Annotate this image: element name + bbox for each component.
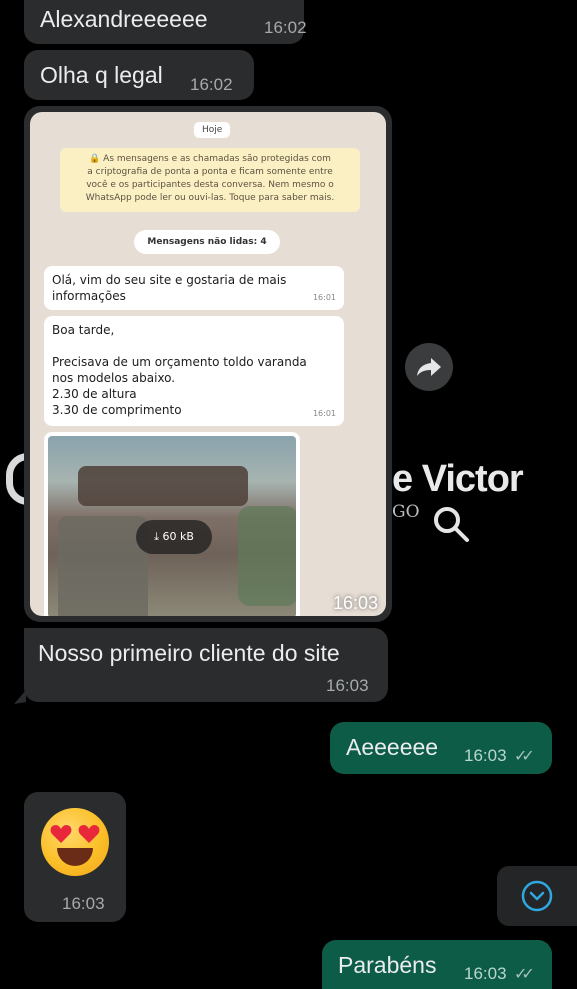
message-text: Aeeeeee [346,734,439,760]
message-time: 16:03 [326,676,369,695]
emoji-mouth [57,848,93,866]
message-text: Parabéns [338,952,437,978]
bubble-line: nos modelos abaixo. [52,371,176,385]
forward-arrow-icon [417,358,441,376]
message-bubble[interactable]: Nosso primeiro cliente do site 16:03 [24,628,388,702]
heart-eyes-emoji [41,808,109,876]
bubble-line: Olá, vim do seu site e gostaria de mais [52,273,287,287]
message-time: 16:02 [190,75,233,94]
forward-button[interactable] [405,343,453,391]
encryption-line: você e os participantes desta conversa. … [86,180,334,190]
unread-separator: Mensagens não lidas: 4 [134,230,280,254]
bubble-tail [14,690,26,704]
bubble-time: 16:01 [312,293,336,302]
search-icon [434,507,469,542]
emoji-message[interactable]: 16:03 [24,792,126,922]
download-icon: ⤓ [154,530,159,543]
encryption-line: WhatsApp pode ler ou ouvi-las. Toque par… [85,193,335,203]
bubble-time: 16:01 [312,409,336,418]
blurred-photo: ⤓ 60 kB [44,432,300,616]
day-separator: Hoje [194,122,231,138]
bubble-line: informações [52,289,126,303]
message-time: 16:02 [264,18,307,37]
bubble-line: Precisava de um orçamento toldo varanda [52,355,307,369]
whatsapp-screenshot: Hoje 🔒 As mensagens e as chamadas são pr… [30,112,386,616]
download-button: ⤓ 60 kB [136,520,212,554]
message-text: Nosso primeiro cliente do site [38,640,340,666]
bubble-line: Boa tarde, [52,323,115,337]
screenshot-bubble: Boa tarde, Precisava de um orçamento tol… [44,316,344,426]
bubble-line: 3.30 de comprimento [52,403,182,417]
bubble-line: 2.30 de altura [52,387,137,401]
message-bubble-outgoing[interactable]: Parabéns 16:03 ✓✓ [322,940,552,989]
message-bubble-outgoing[interactable]: Aeeeeee 16:03 ✓✓ [330,722,552,774]
image-message-time: 16:03 [332,593,378,613]
bubble-line [52,338,336,354]
message-time: 16:03 [464,964,507,983]
encryption-line: 🔒 As mensagens e as chamadas são protegi… [89,154,331,164]
encryption-line: a criptografia de ponta a ponta e ficam … [87,167,333,177]
image-message[interactable]: Hoje 🔒 As mensagens e as chamadas são pr… [24,106,392,622]
message-text: Alexandreeeeee [40,6,208,32]
message-bubble[interactable]: Alexandreeeeee 16:02 [24,0,307,44]
message-text: Olha q legal [40,62,163,88]
heart-eye-left [50,825,72,843]
double-check-icon: ✓✓ [514,748,535,765]
screenshot-bubble: Olá, vim do seu site e gostaria de mais … [44,266,344,310]
scroll-to-bottom-button[interactable] [497,866,577,926]
message-time: 16:03 [464,746,507,765]
watermark-name: e Victor [392,458,524,500]
message-time: 16:03 [62,894,105,913]
heart-eye-right [78,825,100,843]
encryption-notice: 🔒 As mensagens e as chamadas são protegi… [60,148,360,212]
chevron-down-icon [521,880,553,912]
message-bubble[interactable]: Olha q legal 16:02 [24,50,254,100]
double-check-icon: ✓✓ [514,966,535,983]
watermark-suffix: GO [392,502,420,522]
download-size: 60 kB [162,530,194,543]
